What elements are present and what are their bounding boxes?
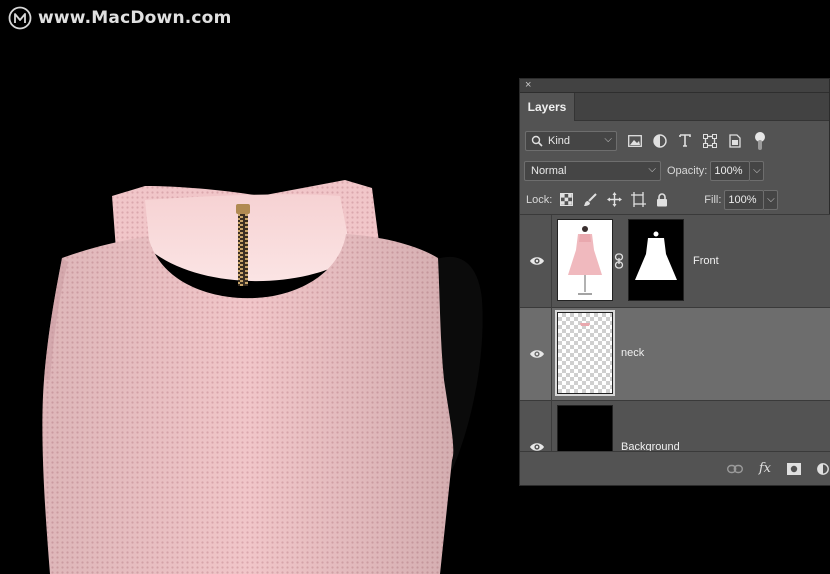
layer-mask-thumbnail-front[interactable]	[628, 219, 684, 301]
blend-mode-value: Normal	[531, 164, 567, 177]
kind-filter-select[interactable]: Kind ⌵	[525, 130, 617, 151]
image-filter-icon[interactable]	[627, 133, 643, 149]
fx-icon[interactable]: fx	[759, 461, 771, 476]
chevron-down-icon: ⌵	[648, 163, 656, 175]
layer-name-background[interactable]: Background	[621, 441, 680, 451]
link-layers-icon[interactable]	[726, 464, 743, 474]
watermark-text: www.MacDown.com	[38, 8, 232, 28]
layer-row-front[interactable]: Front	[520, 215, 830, 308]
layer-filter-row: Kind ⌵	[520, 126, 830, 155]
panel-tab-row: Layers	[520, 93, 829, 121]
lock-transparent-icon[interactable]	[558, 192, 574, 208]
layer-thumbnail-background[interactable]	[557, 405, 613, 451]
fill-label: Fill:	[704, 193, 722, 206]
shape-filter-icon[interactable]	[702, 133, 718, 149]
mask-link-icon[interactable]	[614, 253, 624, 269]
fill-input[interactable]: 100%	[724, 189, 765, 210]
layer-row-background[interactable]: Background	[520, 401, 830, 451]
adjustment-layer-icon[interactable]	[817, 462, 829, 475]
smart-object-filter-icon[interactable]	[727, 133, 743, 149]
opacity-label: Opacity:	[667, 164, 708, 177]
eye-icon[interactable]	[529, 348, 545, 360]
blend-mode-select[interactable]: Normal ⌵	[524, 160, 661, 181]
lock-artboard-icon[interactable]	[630, 192, 646, 208]
layer-row-neck[interactable]: neck	[520, 308, 830, 401]
blend-row: Normal ⌵ Opacity: 100% ⌵	[520, 156, 830, 185]
kind-filter-label: Kind	[548, 134, 571, 147]
lock-row: Lock: Fill: 100% ⌵	[520, 185, 830, 215]
adjustment-filter-icon[interactable]	[652, 133, 668, 149]
layer-name-neck[interactable]: neck	[621, 347, 644, 359]
macdown-logo-icon	[8, 6, 32, 30]
add-mask-icon[interactable]	[787, 462, 801, 475]
opacity-input[interactable]: 100%	[710, 160, 751, 181]
opacity-chevron-icon[interactable]: ⌵	[750, 160, 765, 181]
lock-all-icon[interactable]	[654, 192, 670, 208]
layer-thumbnail-neck[interactable]	[555, 310, 615, 396]
chevron-down-icon: ⌵	[604, 133, 612, 145]
tab-layers[interactable]: Layers	[520, 93, 575, 121]
search-icon	[531, 135, 543, 147]
layers-panel: × Layers Kind ⌵ Normal ⌵ Opacity: 100% ⌵…	[519, 78, 830, 486]
lock-position-icon[interactable]	[606, 192, 622, 208]
layer-thumbnail-front[interactable]	[557, 219, 613, 301]
eye-icon[interactable]	[529, 441, 545, 451]
type-filter-icon[interactable]	[677, 133, 693, 149]
eye-icon[interactable]	[529, 255, 545, 267]
watermark: www.MacDown.com	[8, 6, 231, 30]
panel-title-bar[interactable]: ×	[520, 79, 829, 93]
filter-toggle-switch[interactable]	[755, 131, 765, 150]
layers-panel-footer: fx	[520, 451, 830, 485]
lock-image-icon[interactable]	[582, 192, 598, 208]
layer-list: Front neck Background	[520, 215, 830, 451]
layer-name-front[interactable]: Front	[693, 255, 719, 267]
lock-label: Lock:	[526, 193, 553, 206]
close-icon[interactable]: ×	[525, 78, 531, 92]
fill-chevron-icon[interactable]: ⌵	[764, 189, 779, 210]
